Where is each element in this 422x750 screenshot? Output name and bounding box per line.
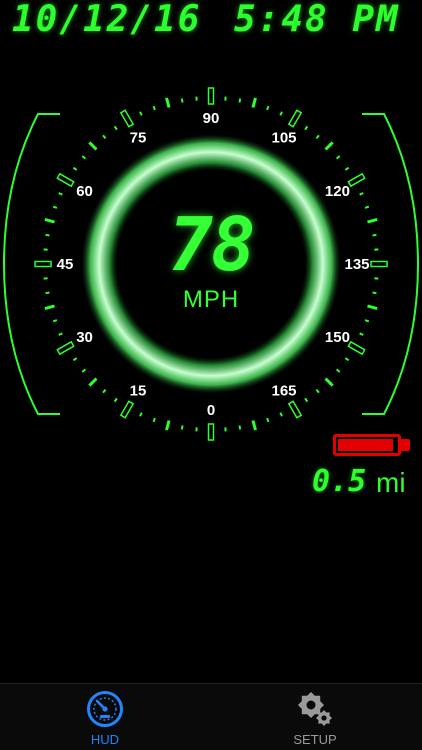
speed-unit-label: MPH — [182, 286, 240, 313]
scale-label: 105 — [271, 130, 296, 147]
minor-tick — [279, 111, 283, 116]
scale-label: 90 — [203, 110, 220, 127]
major-tick — [347, 340, 366, 356]
minor-tick — [364, 319, 370, 323]
major-tick — [119, 400, 135, 419]
minor-tick — [324, 141, 334, 151]
major-tick — [119, 109, 135, 128]
tab-setup[interactable]: SETUP — [260, 684, 370, 750]
minor-tick — [72, 166, 78, 171]
minor-tick — [324, 377, 334, 387]
minor-tick — [44, 218, 55, 224]
scale-label: 150 — [325, 329, 350, 346]
minor-tick — [152, 417, 156, 423]
minor-tick — [344, 357, 350, 362]
date-display: 10/12/16 — [12, 0, 202, 40]
major-tick — [287, 109, 303, 128]
minor-tick — [315, 134, 320, 140]
battery-tip — [401, 439, 410, 451]
distance-unit: mi — [376, 467, 406, 498]
tab-setup-label: SETUP — [293, 732, 337, 747]
minor-tick — [359, 332, 364, 336]
minor-tick — [88, 377, 98, 387]
scale-label: 15 — [130, 382, 147, 399]
minor-tick — [266, 105, 270, 111]
minor-tick — [152, 105, 156, 111]
minor-tick — [139, 111, 143, 116]
minor-tick — [165, 420, 171, 431]
tab-hud-label: HUD — [90, 732, 120, 747]
minor-tick — [359, 192, 364, 196]
scale-label: 75 — [130, 130, 147, 147]
time-display: 5:48 PM — [234, 0, 400, 40]
minor-tick — [81, 368, 87, 373]
trip-distance: 0.5 mi — [300, 464, 415, 500]
minor-tick — [58, 192, 63, 196]
battery-level-fill — [338, 439, 394, 451]
minor-tick — [139, 412, 143, 417]
minor-tick — [367, 304, 378, 310]
minor-tick — [335, 368, 341, 373]
minor-tick — [251, 420, 257, 431]
major-tick — [207, 423, 215, 441]
scale-label: 165 — [271, 382, 296, 399]
scale-label: 135 — [344, 256, 369, 273]
tab-bar: HUD SETUP — [0, 683, 422, 750]
minor-tick — [367, 218, 378, 224]
minor-tick — [372, 291, 377, 295]
minor-tick — [44, 304, 55, 310]
minor-tick — [45, 291, 50, 295]
major-tick — [347, 172, 366, 188]
major-tick — [370, 260, 388, 268]
minor-tick — [88, 141, 98, 151]
gears-icon — [298, 692, 332, 726]
minor-tick — [279, 412, 283, 417]
minor-tick — [52, 319, 58, 323]
minor-tick — [304, 125, 309, 131]
minor-tick — [251, 97, 257, 108]
tab-hud[interactable]: HUD — [50, 684, 160, 750]
minor-tick — [102, 134, 107, 140]
minor-tick — [304, 397, 309, 403]
minor-tick — [180, 98, 184, 103]
minor-tick — [238, 425, 242, 430]
distance-value: 0.5 — [312, 464, 367, 499]
major-tick — [56, 340, 75, 356]
minor-tick — [81, 155, 87, 160]
minor-tick — [372, 233, 377, 237]
scale-label: 120 — [325, 183, 350, 200]
minor-tick — [113, 397, 118, 403]
minor-tick — [45, 233, 50, 237]
scale-label: 30 — [76, 329, 93, 346]
minor-tick — [72, 357, 78, 362]
major-tick — [207, 87, 215, 105]
major-tick — [34, 260, 52, 268]
major-tick — [287, 400, 303, 419]
minor-tick — [180, 425, 184, 430]
major-tick — [56, 172, 75, 188]
minor-tick — [344, 166, 350, 171]
speed-readout: 78 — [168, 202, 255, 288]
header: 10/12/16 5:48 PM — [0, 0, 422, 48]
minor-tick — [315, 388, 320, 394]
minor-tick — [364, 205, 370, 209]
minor-tick — [58, 332, 63, 336]
minor-tick — [113, 125, 118, 131]
speedometer-icon — [87, 691, 123, 727]
minor-tick — [335, 155, 341, 160]
minor-tick — [52, 205, 58, 209]
minor-tick — [165, 97, 171, 108]
battery-icon — [333, 434, 401, 456]
scale-label: 45 — [57, 256, 74, 273]
minor-tick — [238, 98, 242, 103]
scale-label: 60 — [76, 183, 93, 200]
minor-tick — [266, 417, 270, 423]
scale-label: 0 — [207, 402, 215, 419]
minor-tick — [102, 388, 107, 394]
